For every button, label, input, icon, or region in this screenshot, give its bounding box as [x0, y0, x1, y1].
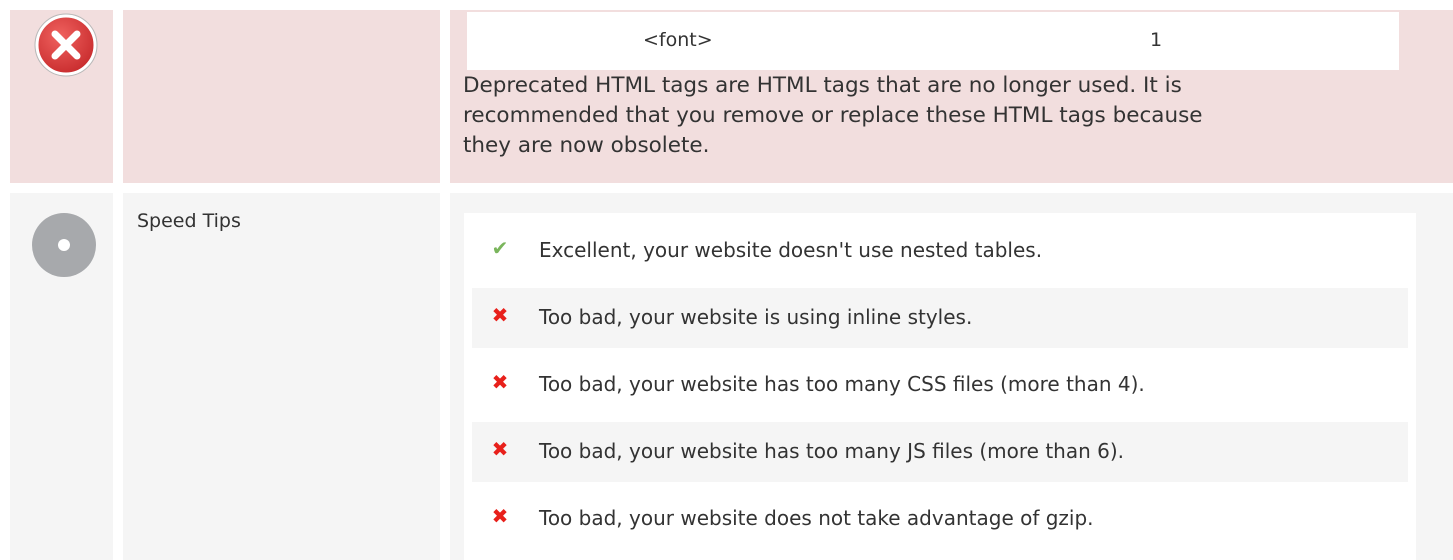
deprecated-tags-table: <font> 1: [467, 12, 1399, 70]
speed-tip-item: ✖ Too bad, your website is using inline s…: [472, 288, 1408, 348]
cross-icon: ✖: [491, 437, 509, 461]
speed-tip-text: Excellent, your website doesn't use nest…: [539, 238, 1043, 262]
cross-icon: ✖: [491, 370, 509, 394]
status-icon-cell: [10, 10, 113, 183]
row-label-cell: Speed Tips: [123, 193, 440, 560]
row-label-cell: [123, 10, 440, 183]
speed-tip-item: ✖ Too bad, your website has too many CSS …: [472, 355, 1408, 415]
speed-tip-item: ✔ Excellent, your website doesn't use nes…: [472, 221, 1408, 281]
row-label: Speed Tips: [137, 210, 241, 232]
speed-tip-text: Too bad, your website has too many CSS f…: [539, 372, 1145, 396]
speed-tips-row: Speed Tips ✔ Excellent, your website does…: [0, 183, 1453, 560]
neutral-dot-icon: [32, 213, 96, 277]
speed-tip-item: ✖ Too bad, your website has too many JS f…: [472, 422, 1408, 482]
deprecated-html-row: <font> 1 Deprecated HTML tags are HTML ta…: [0, 0, 1453, 183]
deprecated-tag-count: 1: [1150, 29, 1163, 51]
row-content-cell: <font> 1 Deprecated HTML tags are HTML ta…: [450, 10, 1453, 183]
cross-icon: ✖: [491, 303, 509, 327]
seo-report-section: <font> 1 Deprecated HTML tags are HTML ta…: [0, 0, 1453, 560]
cross-icon: ✖: [491, 504, 509, 528]
row-content-cell: ✔ Excellent, your website doesn't use nes…: [450, 193, 1453, 560]
checkmark-icon: ✔: [491, 236, 509, 260]
deprecated-description: Deprecated HTML tags are HTML tags that …: [463, 73, 1203, 158]
status-icon-cell: [10, 193, 113, 560]
speed-tip-text: Too bad, your website has too many JS fi…: [539, 439, 1125, 463]
speed-tips-list: ✔ Excellent, your website doesn't use nes…: [464, 213, 1416, 560]
error-x-icon: [34, 13, 98, 77]
speed-tip-item: ✖ Too bad, your website does not take adv…: [472, 489, 1408, 549]
deprecated-tag-name: <font>: [643, 29, 713, 51]
speed-tip-text: Too bad, your website does not take adva…: [539, 506, 1094, 530]
speed-tip-text: Too bad, your website is using inline st…: [539, 305, 973, 329]
